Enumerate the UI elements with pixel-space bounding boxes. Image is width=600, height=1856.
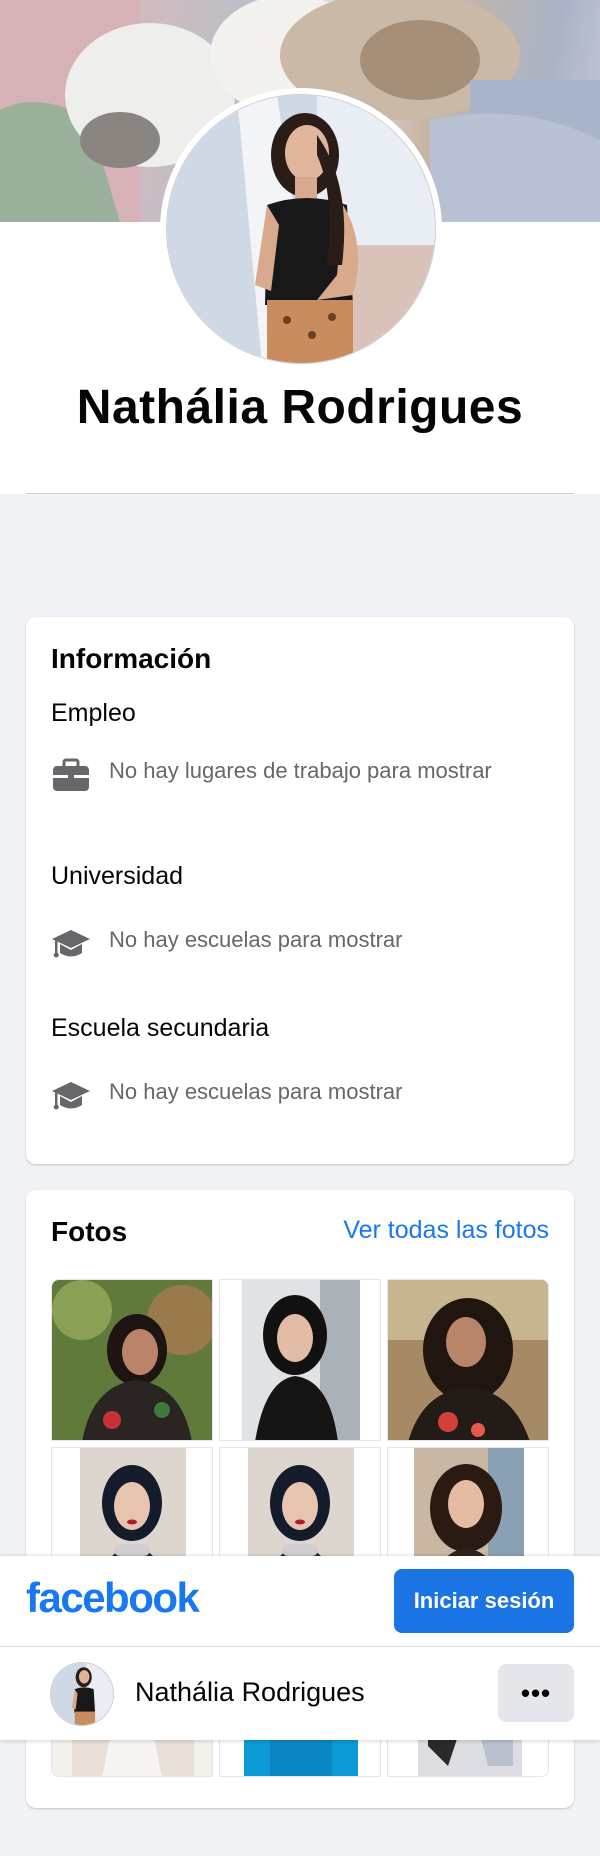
info-card: Información Empleo No hay lugares de tra…	[26, 617, 574, 1164]
graduation-cap-icon	[51, 924, 91, 964]
header-divider	[26, 493, 574, 494]
profile-avatar-art	[167, 95, 435, 363]
profile-header: Nathália Rodrigues	[0, 0, 600, 494]
mini-profile-avatar[interactable]	[50, 1662, 114, 1726]
photo-thumbnail[interactable]	[51, 1279, 213, 1441]
work-info-text: No hay lugares de trabajo para mostrar	[109, 758, 492, 783]
more-options-button[interactable]: •••	[498, 1664, 574, 1722]
login-button[interactable]: Iniciar sesión	[394, 1569, 574, 1633]
photo-thumbnail[interactable]	[219, 1279, 381, 1441]
photos-card-title: Fotos	[51, 1216, 128, 1247]
login-bar: facebook Iniciar sesión	[0, 1556, 600, 1646]
profile-name-bar-text[interactable]: Nathália Rodrigues	[135, 1677, 365, 1708]
graduation-cap-icon	[51, 1076, 91, 1116]
profile-avatar[interactable]	[166, 94, 436, 364]
briefcase-icon	[51, 755, 91, 795]
more-options-icon: •••	[520, 1677, 552, 1708]
high-school-section-label: Escuela secundaria	[51, 1014, 270, 1042]
university-info-row: No hay escuelas para mostrar	[51, 924, 551, 964]
university-section-label: Universidad	[51, 862, 184, 890]
see-all-photos-link[interactable]: Ver todas las fotos	[343, 1216, 549, 1245]
university-info-text: No hay escuelas para mostrar	[109, 927, 403, 952]
work-section-label: Empleo	[51, 699, 136, 727]
photo-thumbnail[interactable]	[387, 1279, 549, 1441]
profile-name-bar: Nathália Rodrigues •••	[0, 1646, 600, 1740]
high-school-info-text: No hay escuelas para mostrar	[109, 1079, 403, 1104]
profile-avatar-ring	[160, 88, 442, 370]
info-card-title: Información	[51, 643, 212, 674]
high-school-info-row: No hay escuelas para mostrar	[51, 1076, 551, 1116]
profile-name: Nathália Rodrigues	[76, 381, 524, 434]
work-info-row: No hay lugares de trabajo para mostrar	[51, 755, 551, 819]
facebook-logo[interactable]: facebook	[26, 1574, 200, 1622]
